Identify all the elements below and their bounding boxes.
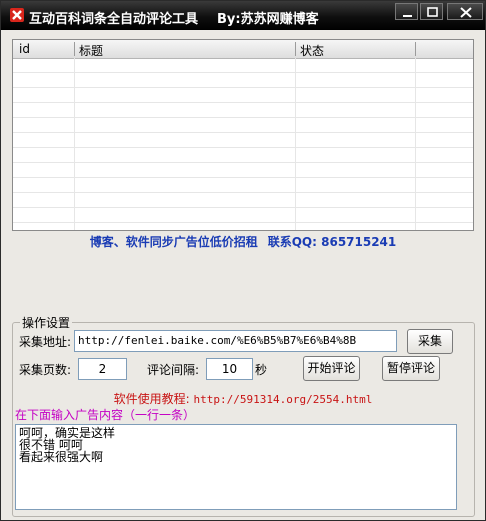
column-divider: [415, 42, 416, 56]
tutorial-line[interactable]: 软件使用教程: http://591314.org/2554.html: [1, 390, 485, 407]
maximize-button[interactable]: [420, 3, 443, 20]
interval-unit: 秒: [255, 363, 268, 377]
ad-content-line: 看起来很强大啊: [19, 450, 104, 464]
table-row[interactable]: [13, 178, 473, 193]
ad-banner-text: 博客、软件同步广告位低价招租: [89, 235, 258, 249]
settings-group-label: 操作设置: [20, 314, 73, 331]
interval-label: 评论间隔:: [147, 363, 200, 377]
pages-input[interactable]: 2: [78, 358, 127, 380]
table-row[interactable]: [13, 73, 473, 88]
table-row[interactable]: [13, 58, 473, 73]
column-divider: [74, 42, 75, 56]
maximize-icon: [427, 7, 438, 17]
minimize-icon: [403, 15, 412, 17]
table-row[interactable]: [13, 133, 473, 148]
start-comment-button[interactable]: 开始评论: [303, 356, 360, 381]
table-row[interactable]: [13, 208, 473, 223]
column-header-status[interactable]: 状态: [300, 42, 324, 59]
column-divider: [295, 42, 296, 56]
pages-label: 采集页数:: [19, 363, 72, 377]
tutorial-label: 软件使用教程:: [113, 392, 190, 406]
ad-input-hint: 在下面输入广告内容（一行一条）: [15, 408, 196, 422]
collect-button[interactable]: 采集: [407, 329, 453, 354]
ad-content-line: 呵呵，确实是这样: [19, 426, 116, 440]
app-window: 互动百科词条全自动评论工具 By:苏苏网赚博客 id 标题 状态 博客、软件同步…: [0, 0, 486, 521]
collect-url-label: 采集地址:: [19, 335, 72, 349]
column-header-id[interactable]: id: [19, 42, 30, 56]
pause-comment-button[interactable]: 暂停评论: [382, 356, 440, 381]
table-row[interactable]: [13, 118, 473, 133]
ad-content-textarea[interactable]: 呵呵，确实是这样 很不错 呵呵 看起来很强大啊: [15, 424, 457, 510]
column-header-title[interactable]: 标题: [79, 42, 103, 59]
table-row[interactable]: [13, 88, 473, 103]
collect-url-input[interactable]: http://fenlei.baike.com/%E6%B5%B7%E6%B4%…: [74, 330, 397, 352]
ad-banner-contact: 联系QQ: 865715241: [267, 235, 397, 249]
tutorial-link[interactable]: http://591314.org/2554.html: [194, 393, 373, 406]
close-button[interactable]: [447, 3, 483, 20]
table-row[interactable]: [13, 163, 473, 178]
table-header: id 标题 状态: [13, 40, 473, 59]
table-row[interactable]: [13, 193, 473, 208]
app-logo-icon: [9, 7, 25, 23]
results-table[interactable]: id 标题 状态: [12, 39, 474, 231]
minimize-button[interactable]: [395, 3, 418, 20]
title-bar[interactable]: 互动百科词条全自动评论工具 By:苏苏网赚博客: [1, 1, 485, 30]
window-author: By:苏苏网赚博客: [217, 12, 319, 27]
table-row[interactable]: [13, 103, 473, 118]
interval-input[interactable]: 10: [206, 358, 253, 380]
close-icon: [460, 7, 472, 18]
ad-banner[interactable]: 博客、软件同步广告位低价招租 联系QQ: 865715241: [1, 233, 485, 250]
window-title: 互动百科词条全自动评论工具: [29, 12, 199, 27]
table-row[interactable]: [13, 148, 473, 163]
